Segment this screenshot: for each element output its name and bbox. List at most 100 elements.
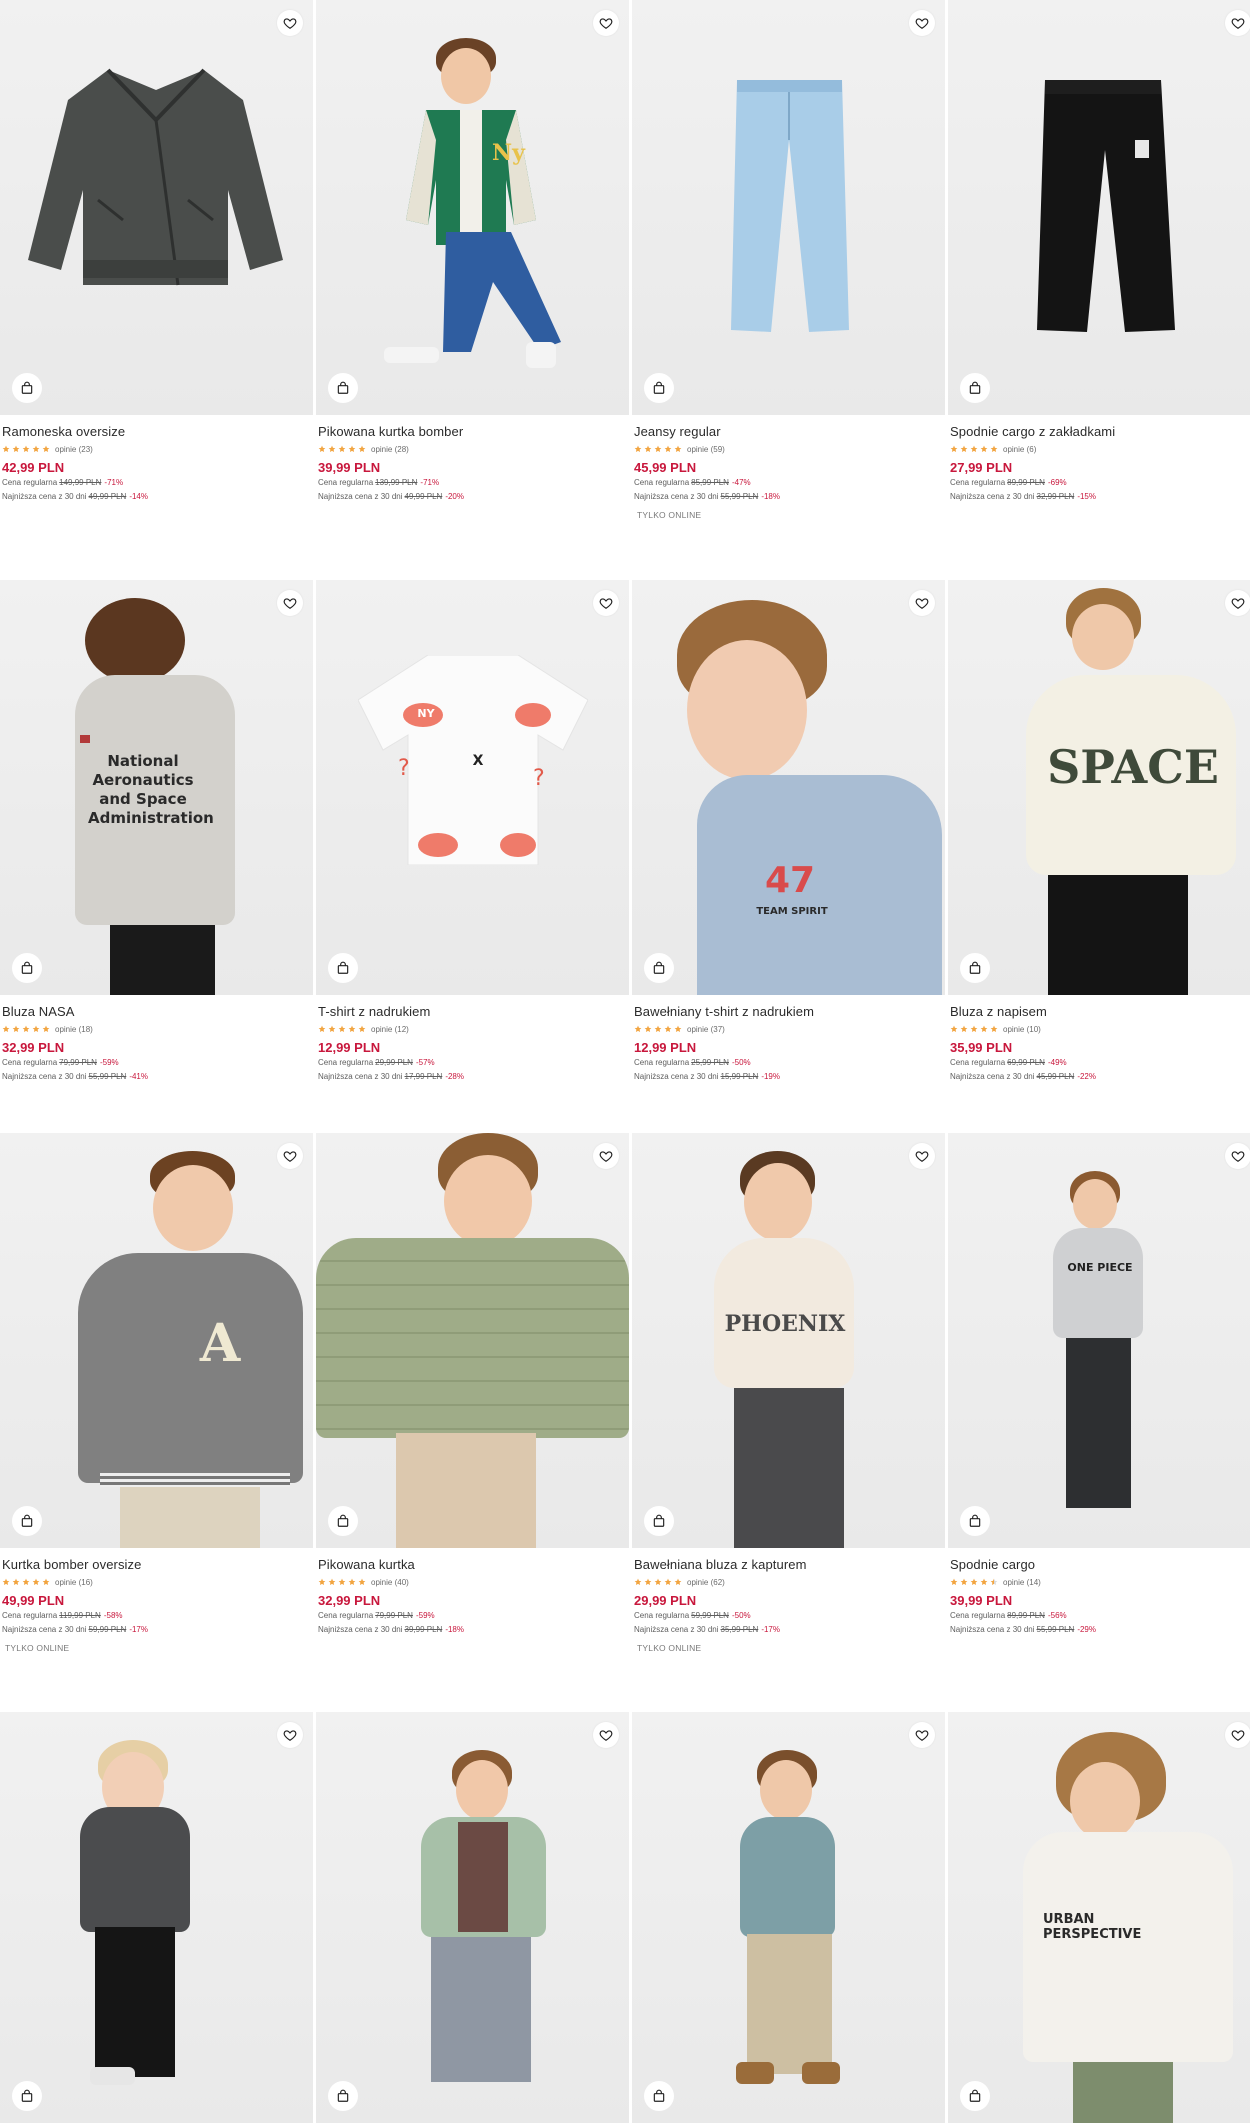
reviews-count[interactable]: opinie (23) [55, 445, 93, 454]
reviews-count[interactable]: opinie (40) [371, 1578, 409, 1587]
reviews-count[interactable]: opinie (10) [1003, 1025, 1041, 1034]
product-photo[interactable]: 47 TEAM SPIRIT [632, 580, 945, 995]
reviews-count[interactable]: opinie (28) [371, 445, 409, 454]
star-icon [970, 1025, 978, 1032]
add-to-cart-button[interactable] [12, 373, 42, 403]
favorite-button[interactable] [1225, 10, 1250, 36]
favorite-button[interactable] [593, 1722, 619, 1748]
product-name[interactable]: Ramoneska oversize [2, 424, 311, 440]
favorite-button[interactable] [909, 10, 935, 36]
add-to-cart-button[interactable] [644, 953, 674, 983]
product-card[interactable]: X ? ? NY T-shirt z nadrukiem opinie (12)… [316, 580, 629, 1084]
add-to-cart-button[interactable] [12, 953, 42, 983]
product-photo[interactable] [316, 1133, 629, 1548]
favorite-button[interactable] [909, 1722, 935, 1748]
add-to-cart-button[interactable] [328, 2081, 358, 2111]
rating: opinie (6) [950, 443, 1250, 455]
product-card[interactable]: Ramoneska oversize opinie (23) 42,99 PLN… [0, 0, 313, 504]
reviews-count[interactable]: opinie (6) [1003, 445, 1036, 454]
product-name[interactable]: Pikowana kurtka bomber [318, 424, 627, 440]
product-card[interactable]: Pikowana kurtka opinie (40) 32,99 PLN Ce… [316, 1133, 629, 1637]
product-card[interactable]: 47 TEAM SPIRIT Bawełniany t-shirt z nadr… [632, 580, 945, 1084]
bomber-jacket-image: Ny [406, 110, 536, 245]
product-name[interactable]: T-shirt z nadrukiem [318, 1004, 627, 1020]
add-to-cart-button[interactable] [644, 373, 674, 403]
product-name[interactable]: Bluza NASA [2, 1004, 311, 1020]
favorite-button[interactable] [277, 10, 303, 36]
product-card[interactable]: Ny Pikowana kurtka bomber opinie (28) 39… [316, 0, 629, 504]
product-card[interactable]: A Kurtka bomber oversize opinie (16) 49,… [0, 1133, 313, 1653]
product-name[interactable]: Spodnie cargo [950, 1557, 1250, 1573]
product-name[interactable]: Bawełniany t-shirt z nadrukiem [634, 1004, 943, 1020]
product-name[interactable]: Jeansy regular [634, 424, 943, 440]
favorite-button[interactable] [909, 1143, 935, 1169]
reviews-count[interactable]: opinie (12) [371, 1025, 409, 1034]
product-name[interactable]: Bawełniana bluza z kapturem [634, 1557, 943, 1573]
add-to-cart-button[interactable] [644, 1506, 674, 1536]
reviews-count[interactable]: opinie (14) [1003, 1578, 1041, 1587]
add-to-cart-button[interactable] [328, 373, 358, 403]
reviews-count[interactable]: opinie (37) [687, 1025, 725, 1034]
product-photo[interactable]: URBAN PERSPECTIVE [948, 1712, 1250, 2123]
product-photo[interactable] [632, 0, 945, 415]
favorite-button[interactable] [593, 10, 619, 36]
product-card[interactable]: National Aeronautics and Space Administr… [0, 580, 313, 1084]
add-to-cart-button[interactable] [328, 953, 358, 983]
add-to-cart-button[interactable] [328, 1506, 358, 1536]
product-card[interactable]: Spodnie cargo z zakładkami opinie (6) 27… [948, 0, 1250, 504]
reviews-count[interactable]: opinie (62) [687, 1578, 725, 1587]
product-card[interactable]: ONE PIECE Spodnie cargo opinie (14) 39,9… [948, 1133, 1250, 1637]
product-card[interactable]: URBAN PERSPECTIVE [948, 1712, 1250, 2123]
product-card[interactable] [0, 1712, 313, 2123]
heart-icon [915, 598, 929, 609]
favorite-button[interactable] [593, 1143, 619, 1169]
product-name[interactable]: Bluza z napisem [950, 1004, 1250, 1020]
add-to-cart-button[interactable] [960, 373, 990, 403]
product-card[interactable]: Jeansy regular opinie (59) 45,99 PLN Cen… [632, 0, 945, 520]
favorite-button[interactable] [277, 590, 303, 616]
phoenix-print: PHOENIX [724, 1311, 846, 1337]
favorite-button[interactable] [593, 590, 619, 616]
product-photo[interactable]: A [0, 1133, 313, 1548]
product-name[interactable]: Kurtka bomber oversize [2, 1557, 311, 1573]
favorite-button[interactable] [277, 1143, 303, 1169]
star-icon [12, 1578, 20, 1585]
product-photo[interactable]: ONE PIECE [948, 1133, 1250, 1548]
regular-price-old: 139,99 PLN [375, 478, 418, 487]
product-photo[interactable]: PHOENIX [632, 1133, 945, 1548]
product-photo[interactable]: SPACE [948, 580, 1250, 995]
product-photo[interactable] [316, 1712, 629, 2123]
product-photo[interactable]: X ? ? NY [316, 580, 629, 995]
reviews-count[interactable]: opinie (16) [55, 1578, 93, 1587]
add-to-cart-button[interactable] [644, 2081, 674, 2111]
favorite-button[interactable] [909, 590, 935, 616]
add-to-cart-button[interactable] [960, 1506, 990, 1536]
product-card[interactable]: SPACE Bluza z napisem opinie (10) 35,99 … [948, 580, 1250, 1084]
add-to-cart-button[interactable] [960, 2081, 990, 2111]
product-photo[interactable]: Ny [316, 0, 629, 415]
favorite-button[interactable] [1225, 1143, 1250, 1169]
product-card[interactable] [316, 1712, 629, 2123]
product-photo[interactable] [948, 0, 1250, 415]
product-photo[interactable] [0, 1712, 313, 2123]
product-photo[interactable]: National Aeronautics and Space Administr… [0, 580, 313, 995]
product-card[interactable]: PHOENIX Bawełniana bluza z kapturem opin… [632, 1133, 945, 1653]
favorite-button[interactable] [1225, 1722, 1250, 1748]
product-photo[interactable] [632, 1712, 945, 2123]
product-card[interactable] [632, 1712, 945, 2123]
product-name[interactable]: Spodnie cargo z zakładkami [950, 424, 1250, 440]
star-icon [644, 1578, 652, 1585]
favorite-button[interactable] [1225, 590, 1250, 616]
favorite-button[interactable] [277, 1722, 303, 1748]
reviews-count[interactable]: opinie (59) [687, 445, 725, 454]
product-name[interactable]: Pikowana kurtka [318, 1557, 627, 1573]
add-to-cart-button[interactable] [960, 953, 990, 983]
team-spirit-print: TEAM SPIRIT [756, 906, 828, 917]
lowest-discount: -22% [1077, 1072, 1096, 1081]
reviews-count[interactable]: opinie (18) [55, 1025, 93, 1034]
add-to-cart-button[interactable] [12, 1506, 42, 1536]
regular-price-line: Cena regularna 149,99 PLN -71% [2, 476, 311, 490]
product-photo[interactable] [0, 0, 313, 415]
add-to-cart-button[interactable] [12, 2081, 42, 2111]
star-icon [2, 445, 10, 452]
